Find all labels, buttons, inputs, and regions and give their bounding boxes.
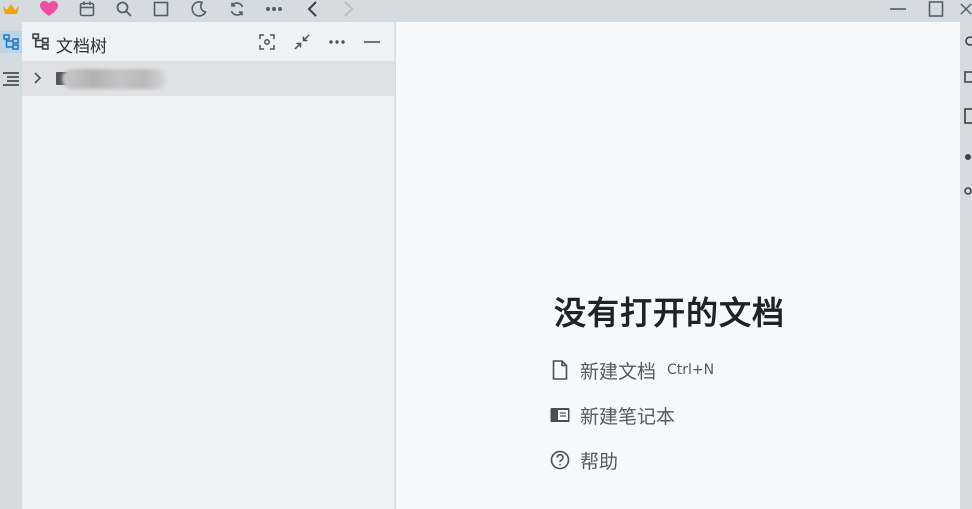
- new-doc-button[interactable]: 新建文档 Ctrl+N: [550, 357, 714, 383]
- help-label: 帮助: [580, 450, 619, 473]
- left-dock: [0, 22, 22, 509]
- minimize-icon[interactable]: [362, 32, 382, 52]
- new-notebook-button[interactable]: 新建笔记本: [550, 402, 675, 428]
- focus-icon[interactable]: [257, 32, 277, 52]
- tree-item-notebook[interactable]: [22, 61, 395, 96]
- new-notebook-label: 新建笔记本: [580, 405, 676, 428]
- empty-state-title: 没有打开的文档: [554, 294, 786, 332]
- crown-icon[interactable]: [0, 0, 22, 18]
- outline-icon[interactable]: [0, 68, 22, 90]
- window-close-button[interactable]: [960, 0, 972, 18]
- chevron-right-icon[interactable]: [32, 71, 44, 85]
- collapse-icon[interactable]: [292, 32, 312, 52]
- link-icon[interactable]: [963, 34, 972, 50]
- file-tree-icon: [32, 33, 49, 50]
- window-icon[interactable]: [150, 0, 172, 18]
- graph-icon[interactable]: [963, 184, 972, 200]
- tag-icon[interactable]: [963, 70, 972, 86]
- calendar-icon[interactable]: [76, 0, 98, 18]
- heart-icon[interactable]: [38, 0, 60, 18]
- sync-icon[interactable]: [226, 0, 248, 18]
- back-icon[interactable]: [301, 0, 323, 18]
- notebook-icon: [550, 405, 570, 425]
- file-tree-title: 文档树: [56, 37, 107, 57]
- more-icon[interactable]: [327, 32, 347, 52]
- right-dock: [960, 22, 972, 509]
- editor-empty-area: 没有打开的文档 新建文档 Ctrl+N 新建笔记本 帮助: [396, 22, 960, 509]
- file-icon: [550, 360, 570, 380]
- dot-icon[interactable]: [963, 150, 972, 166]
- more-icon[interactable]: [263, 0, 285, 18]
- search-icon[interactable]: [113, 0, 135, 18]
- help-button[interactable]: 帮助: [550, 447, 618, 473]
- top-toolbar: [0, 0, 972, 22]
- forward-icon[interactable]: [338, 0, 360, 18]
- window-maximize-button[interactable]: [924, 0, 948, 18]
- tree-item-label-redacted: [62, 69, 166, 89]
- file-tree-icon[interactable]: [0, 31, 22, 53]
- bookmark-icon[interactable]: [963, 108, 972, 124]
- window-minimize-button[interactable]: [886, 0, 910, 18]
- help-icon: [550, 450, 570, 470]
- new-doc-shortcut: Ctrl+N: [667, 362, 715, 378]
- moon-icon[interactable]: [188, 0, 210, 18]
- file-tree-panel: 文档树: [22, 22, 395, 509]
- new-doc-label: 新建文档: [580, 360, 657, 383]
- file-tree-header: 文档树: [22, 22, 395, 60]
